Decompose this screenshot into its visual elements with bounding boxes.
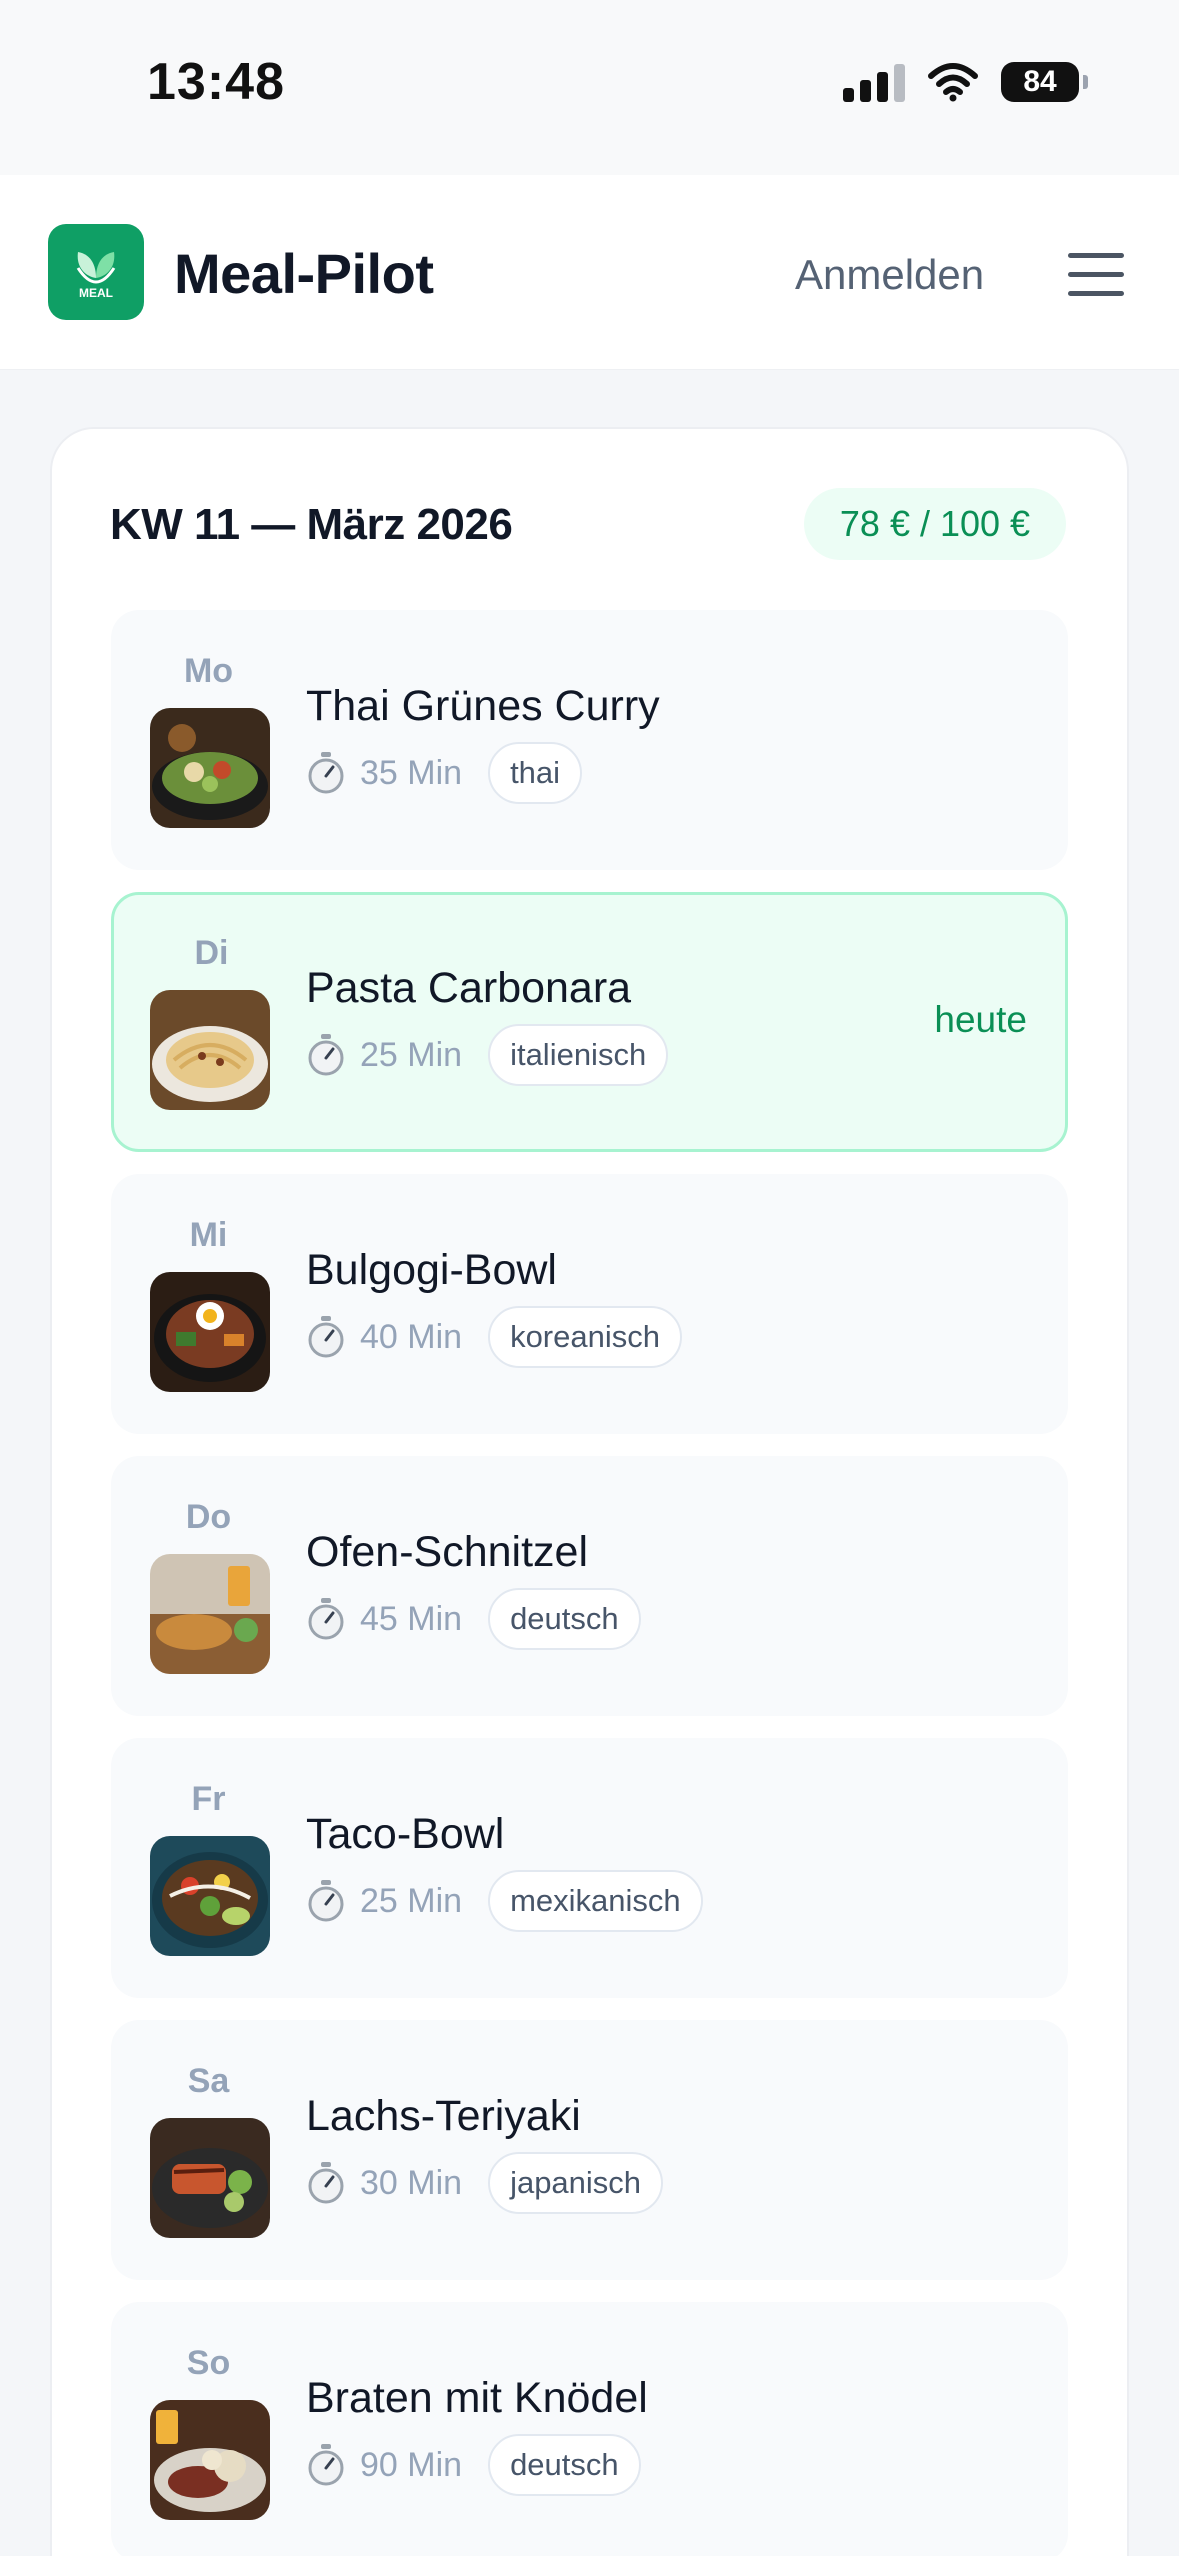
week-title: KW 11 — März 2026 bbox=[110, 500, 513, 549]
day-row-mi[interactable]: Mi Bulgogi-Bowl 40 Min koreanisch bbox=[111, 1174, 1068, 1434]
day-row-do[interactable]: Do Ofen-Schnitzel 45 Min deutsch bbox=[111, 1456, 1068, 1716]
meal-name: Pasta Carbonara bbox=[306, 964, 632, 1012]
meal-image bbox=[150, 2118, 270, 2238]
meal-meta: 45 Min deutsch bbox=[306, 1588, 641, 1650]
login-button[interactable]: Anmelden bbox=[795, 251, 984, 299]
stopwatch-icon bbox=[308, 1880, 344, 1922]
stopwatch-icon bbox=[308, 1034, 344, 1076]
stopwatch-icon bbox=[308, 1598, 344, 1640]
meal-name: Ofen-Schnitzel bbox=[306, 1528, 589, 1576]
meal-name: Taco-Bowl bbox=[306, 1810, 505, 1858]
day-label: So bbox=[186, 2344, 231, 2382]
meal-duration: 40 Min bbox=[360, 1317, 463, 1356]
meal-duration: 45 Min bbox=[360, 1599, 463, 1638]
day-row-so[interactable]: So Braten mit Knödel 90 Min deutsch bbox=[111, 2302, 1068, 2556]
day-label: Mo bbox=[183, 652, 234, 690]
meal-name: Thai Grünes Curry bbox=[306, 682, 660, 730]
logo-text: MEAL bbox=[79, 286, 113, 300]
meal-duration: 35 Min bbox=[360, 753, 463, 792]
today-label: heute bbox=[934, 999, 1027, 1040]
battery-icon: 84 bbox=[1001, 62, 1088, 102]
meal-image bbox=[150, 2400, 270, 2520]
meal-image bbox=[150, 1836, 270, 1956]
cuisine-tag[interactable]: deutsch bbox=[488, 1588, 641, 1650]
battery-level: 84 bbox=[1023, 65, 1057, 98]
hamburger-menu-icon[interactable] bbox=[1068, 253, 1124, 297]
meal-meta: 35 Min thai bbox=[306, 742, 583, 804]
day-label: Sa bbox=[187, 2062, 230, 2100]
meal-meta: 25 Min italienisch bbox=[306, 1024, 669, 1086]
day-label: Do bbox=[185, 1498, 232, 1536]
meal-image bbox=[150, 990, 270, 1110]
meal-meta: 30 Min japanisch bbox=[306, 2152, 664, 2214]
meal-image bbox=[150, 1554, 270, 1674]
meal-name: Braten mit Knödel bbox=[306, 2374, 648, 2422]
meal-duration: 25 Min bbox=[360, 1881, 463, 1920]
cuisine-tag[interactable]: japanisch bbox=[488, 2152, 664, 2214]
meal-image bbox=[150, 708, 270, 828]
meal-meta: 40 Min koreanisch bbox=[306, 1306, 682, 1368]
day-row-sa[interactable]: Sa Lachs-Teriyaki 30 Min japanisch bbox=[111, 2020, 1068, 2280]
day-row-mo[interactable]: Mo Thai Grünes Curry 35 Min thai bbox=[111, 610, 1068, 870]
budget-badge: 78 € / 100 € bbox=[804, 488, 1066, 560]
wifi-icon bbox=[928, 63, 978, 102]
app-title: Meal-Pilot bbox=[174, 242, 434, 305]
app-logo[interactable]: MEAL bbox=[48, 224, 144, 320]
day-row-fr[interactable]: Fr Taco-Bowl 25 Min mexikanisch bbox=[111, 1738, 1068, 1998]
status-bar: 13:48 84 bbox=[0, 0, 1179, 175]
cuisine-tag[interactable]: italienisch bbox=[488, 1024, 669, 1086]
meal-meta: 90 Min deutsch bbox=[306, 2434, 641, 2496]
cuisine-tag[interactable]: thai bbox=[488, 742, 583, 804]
cuisine-tag[interactable]: mexikanisch bbox=[488, 1870, 703, 1932]
day-row-di[interactable]: Di Pasta Carbonara 25 Min italienisch he… bbox=[111, 892, 1068, 1152]
cuisine-tag[interactable]: deutsch bbox=[488, 2434, 641, 2496]
meal-image bbox=[150, 1272, 270, 1392]
stopwatch-icon bbox=[308, 752, 344, 794]
day-label: Fr bbox=[191, 1780, 226, 1818]
status-time: 13:48 bbox=[147, 53, 285, 111]
stopwatch-icon bbox=[308, 1316, 344, 1358]
status-icons: 84 bbox=[843, 62, 1088, 102]
meal-duration: 90 Min bbox=[360, 2445, 463, 2484]
stopwatch-icon bbox=[308, 2162, 344, 2204]
leaf-icon bbox=[76, 252, 116, 284]
day-label: Mi bbox=[189, 1216, 228, 1254]
meal-meta: 25 Min mexikanisch bbox=[306, 1870, 703, 1932]
day-label: Di bbox=[194, 934, 229, 972]
cellular-signal-icon bbox=[843, 62, 905, 102]
meal-duration: 25 Min bbox=[360, 1035, 463, 1074]
cuisine-tag[interactable]: koreanisch bbox=[488, 1306, 682, 1368]
meal-name: Lachs-Teriyaki bbox=[306, 2092, 581, 2140]
app-header: MEAL Meal-Pilot Anmelden bbox=[0, 175, 1179, 370]
meal-name: Bulgogi-Bowl bbox=[306, 1246, 557, 1294]
stopwatch-icon bbox=[308, 2444, 344, 2486]
meal-duration: 30 Min bbox=[360, 2163, 463, 2202]
